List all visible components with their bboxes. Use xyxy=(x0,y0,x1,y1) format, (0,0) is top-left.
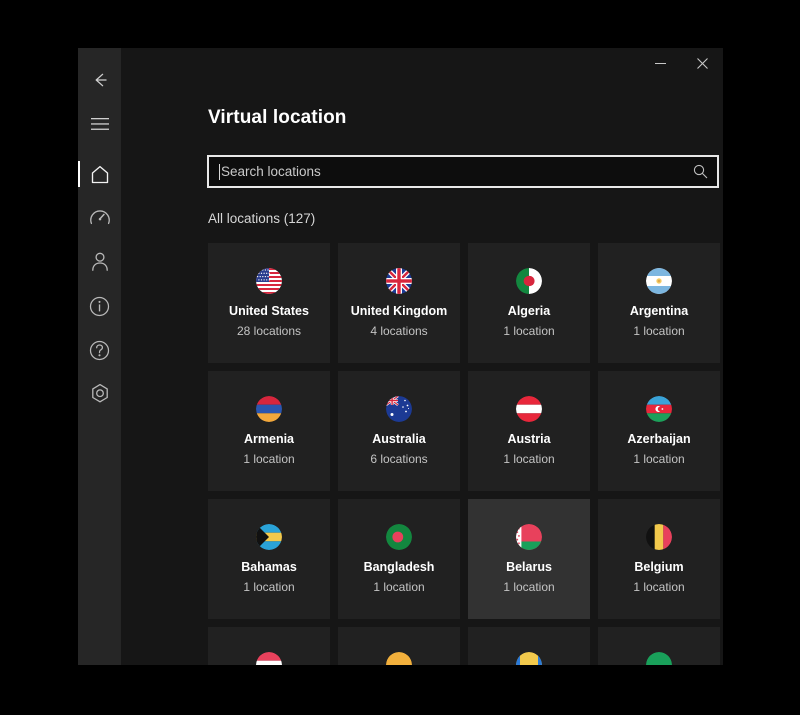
location-card[interactable] xyxy=(338,627,460,665)
close-icon xyxy=(696,57,708,69)
location-count-label: 6 locations xyxy=(370,451,428,466)
location-card[interactable] xyxy=(208,627,330,665)
location-card[interactable] xyxy=(468,627,590,665)
flag-icon xyxy=(516,396,542,422)
location-card[interactable]: Bangladesh 1 location xyxy=(338,499,460,619)
location-card[interactable]: Austria 1 location xyxy=(468,371,590,491)
location-count-label: 1 location xyxy=(503,323,555,338)
location-card[interactable]: United Kingdom 4 locations xyxy=(338,243,460,363)
location-card[interactable]: Algeria 1 location xyxy=(468,243,590,363)
location-count-label: 28 locations xyxy=(236,323,302,338)
location-card[interactable]: Argentina 1 location xyxy=(598,243,720,363)
location-card[interactable]: Bahamas 1 location xyxy=(208,499,330,619)
location-country-name: Belarus xyxy=(506,560,552,574)
flag-icon xyxy=(256,268,282,294)
location-country-name: Belgium xyxy=(634,560,684,574)
minimize-icon xyxy=(654,62,666,64)
sidebar-item-account[interactable] xyxy=(78,240,121,284)
flag-icon xyxy=(646,396,672,422)
flag-icon xyxy=(256,524,282,550)
flag-icon xyxy=(386,652,412,665)
location-country-name: Bangladesh xyxy=(363,560,435,574)
flag-icon xyxy=(646,652,672,665)
close-button[interactable] xyxy=(681,48,723,78)
location-country-name: Algeria xyxy=(507,304,551,318)
sidebar-navigation xyxy=(78,48,121,665)
location-country-name: Armenia xyxy=(243,432,295,446)
flag-icon xyxy=(516,268,542,294)
location-country-name: Azerbaijan xyxy=(627,432,691,446)
sidebar-item-information[interactable] xyxy=(78,284,121,328)
account-icon xyxy=(90,251,110,273)
location-card[interactable]: Belarus 1 location xyxy=(468,499,590,619)
application-window: Virtual location All locations (127) Uni… xyxy=(78,48,723,665)
location-card[interactable]: Belgium 1 location xyxy=(598,499,720,619)
sidebar-item-settings[interactable] xyxy=(78,372,121,416)
location-country-name: United Kingdom xyxy=(350,304,448,318)
sidebar-item-speed-test[interactable] xyxy=(78,196,121,240)
location-card[interactable]: United States 28 locations xyxy=(208,243,330,363)
location-country-name: Australia xyxy=(372,432,426,446)
location-card[interactable]: Azerbaijan 1 location xyxy=(598,371,720,491)
location-card[interactable] xyxy=(598,627,720,665)
flag-icon xyxy=(256,652,282,665)
settings-icon xyxy=(89,383,111,405)
sidebar-item-home[interactable] xyxy=(78,152,121,196)
location-count-label: 1 location xyxy=(243,451,295,466)
flag-icon xyxy=(386,524,412,550)
location-count-label: 1 location xyxy=(633,451,685,466)
search-icon xyxy=(693,164,707,179)
help-icon xyxy=(89,340,110,361)
location-count-label: 1 location xyxy=(243,579,295,594)
location-count-label: 1 location xyxy=(503,451,555,466)
flag-icon xyxy=(516,524,542,550)
flag-icon xyxy=(386,396,412,422)
title-bar xyxy=(121,48,723,92)
location-count-label: 4 locations xyxy=(370,323,428,338)
main-content: Virtual location All locations (127) Uni… xyxy=(121,48,723,665)
back-arrow-icon xyxy=(90,70,110,90)
search-input[interactable] xyxy=(220,164,683,179)
section-label: All locations (127) xyxy=(208,211,316,226)
info-icon xyxy=(89,296,110,317)
location-count-label: 1 location xyxy=(373,579,425,594)
sidebar-item-back[interactable] xyxy=(78,58,121,102)
search-button[interactable] xyxy=(683,157,717,186)
location-count-label: 1 location xyxy=(633,323,685,338)
flag-icon xyxy=(646,524,672,550)
sidebar-item-help[interactable] xyxy=(78,328,121,372)
location-count-label: 1 location xyxy=(633,579,685,594)
hamburger-icon xyxy=(90,116,110,132)
flag-icon xyxy=(256,396,282,422)
page-title: Virtual location xyxy=(208,107,347,128)
flag-icon xyxy=(386,268,412,294)
location-card[interactable]: Armenia 1 location xyxy=(208,371,330,491)
home-icon xyxy=(89,164,111,184)
location-country-name: United States xyxy=(229,304,309,318)
location-count-label: 1 location xyxy=(503,579,555,594)
locations-scroll-area[interactable]: United States 28 locations United Kingdom 4… xyxy=(208,243,720,665)
minimize-button[interactable] xyxy=(639,48,681,78)
location-country-name: Bahamas xyxy=(241,560,297,574)
locations-grid: United States 28 locations United Kingdom 4… xyxy=(208,243,720,665)
location-country-name: Argentina xyxy=(629,304,689,318)
flag-icon xyxy=(646,268,672,294)
sidebar-item-menu[interactable] xyxy=(78,102,121,146)
location-country-name: Austria xyxy=(507,432,551,446)
location-card[interactable]: Australia 6 locations xyxy=(338,371,460,491)
flag-icon xyxy=(516,652,542,665)
search-box[interactable] xyxy=(207,155,719,188)
speed-icon xyxy=(89,207,111,229)
